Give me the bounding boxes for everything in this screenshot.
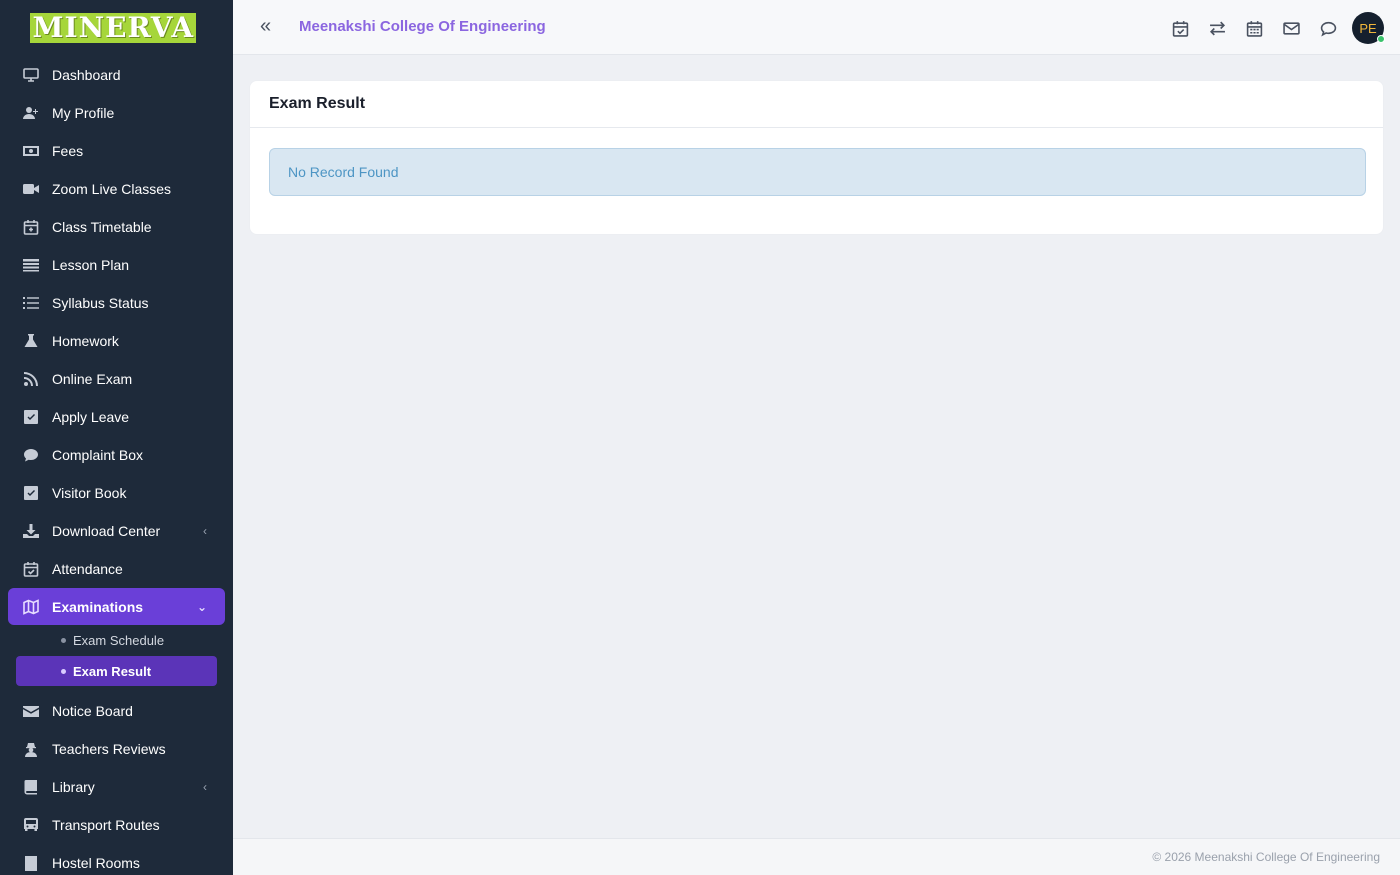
sidebar-item-library[interactable]: Library ‹	[0, 768, 233, 806]
sidebar-item-hostel-rooms[interactable]: Hostel Rooms	[0, 844, 233, 875]
bullet-icon	[61, 637, 66, 643]
sidebar-subitem-label: Exam Schedule	[73, 632, 165, 648]
sidebar-item-label: Attendance	[52, 561, 123, 577]
sidebar-item-complaint-box[interactable]: Complaint Box	[0, 436, 233, 474]
sidebar-item-apply-leave[interactable]: Apply Leave	[0, 398, 233, 436]
sidebar: MINERVA Dashboard My Profile Fees Zoom L…	[0, 0, 233, 875]
sidebar-item-homework[interactable]: Homework	[0, 322, 233, 360]
calendar-icon[interactable]	[1236, 13, 1273, 43]
sidebar-item-label: Lesson Plan	[52, 257, 130, 273]
exchange-icon[interactable]	[1199, 13, 1236, 43]
sidebar-item-download-center[interactable]: Download Center ‹	[0, 512, 233, 550]
bus-icon	[22, 816, 40, 834]
envelope-icon[interactable]	[1273, 13, 1310, 43]
card-title: Exam Result	[250, 81, 1383, 128]
calendar-check-icon	[22, 560, 40, 578]
chevron-left-icon: ‹	[203, 524, 207, 538]
chevron-left-icon: ‹	[203, 780, 207, 794]
sidebar-item-label: Complaint Box	[52, 447, 144, 463]
sidebar-item-label: Apply Leave	[52, 409, 130, 425]
check-square-icon	[22, 408, 40, 426]
sidebar-item-transport-routes[interactable]: Transport Routes	[0, 806, 233, 844]
sidebar-item-label: Homework	[52, 333, 119, 349]
sidebar-item-label: Transport Routes	[52, 817, 160, 833]
sidebar-item-label: Dashboard	[52, 67, 121, 83]
sidebar-item-label: Download Center	[52, 523, 161, 539]
monitor-icon	[22, 66, 40, 84]
copyright-text: © 2026 Meenakshi College Of Engineering	[1152, 850, 1380, 864]
calendar-plus-icon	[22, 218, 40, 236]
sidebar-item-dashboard[interactable]: Dashboard	[0, 56, 233, 94]
sidebar-subitem-exam-result[interactable]: Exam Result	[16, 656, 217, 686]
examinations-submenu: Exam Schedule Exam Result	[0, 625, 233, 686]
sidebar-item-lesson-plan[interactable]: Lesson Plan	[0, 246, 233, 284]
sidebar-subitem-label: Exam Result	[73, 663, 152, 679]
chevron-down-icon: ⌄	[196, 599, 207, 614]
video-icon	[22, 180, 40, 198]
sidebar-item-label: My Profile	[52, 105, 115, 121]
page-footer: © 2026 Meenakshi College Of Engineering	[233, 838, 1400, 875]
sidebar-item-class-timetable[interactable]: Class Timetable	[0, 208, 233, 246]
sidebar-item-label: Examinations	[52, 598, 144, 615]
logo-container: MINERVA	[0, 0, 233, 56]
check-square-icon	[22, 484, 40, 502]
header-actions: PE	[1162, 12, 1400, 44]
app-logo[interactable]: MINERVA	[29, 13, 196, 43]
exam-result-card: Exam Result No Record Found	[249, 80, 1384, 235]
sidebar-item-visitor-book[interactable]: Visitor Book	[0, 474, 233, 512]
sidebar-item-notice-board[interactable]: Notice Board	[0, 692, 233, 730]
sidebar-item-fees[interactable]: Fees	[0, 132, 233, 170]
user-avatar[interactable]: PE	[1352, 12, 1385, 44]
sidebar-item-teachers-reviews[interactable]: Teachers Reviews	[0, 730, 233, 768]
avatar-initials: PE	[1359, 20, 1377, 36]
building-icon	[22, 854, 40, 872]
sidebar-item-label: Online Exam	[52, 371, 133, 387]
sidebar-item-label: Zoom Live Classes	[52, 181, 172, 197]
sidebar-item-zoom-live-classes[interactable]: Zoom Live Classes	[0, 170, 233, 208]
user-plus-icon	[22, 104, 40, 122]
college-name: Meenakshi College Of Engineering	[299, 18, 546, 35]
sidebar-item-label: Hostel Rooms	[52, 855, 140, 871]
online-status-indicator	[1377, 35, 1385, 43]
sidebar-item-label: Visitor Book	[52, 485, 127, 501]
sidebar-item-label: Syllabus Status	[52, 295, 149, 311]
sidebar-item-label: Library	[52, 779, 95, 795]
book-icon	[22, 778, 40, 796]
sidebar-item-label: Teachers Reviews	[52, 741, 166, 757]
bullet-icon	[61, 668, 66, 674]
user-secret-icon	[22, 740, 40, 758]
list-icon	[22, 294, 40, 312]
download-icon	[22, 522, 40, 540]
sidebar-item-examinations[interactable]: Examinations ⌄	[8, 588, 225, 625]
map-icon	[22, 598, 40, 616]
sidebar-subitem-exam-schedule[interactable]: Exam Schedule	[0, 625, 233, 655]
sidebar-item-attendance[interactable]: Attendance	[0, 550, 233, 588]
sidebar-item-syllabus-status[interactable]: Syllabus Status	[0, 284, 233, 322]
sidebar-collapse-icon[interactable]: «	[260, 16, 280, 37]
sidebar-item-label: Class Timetable	[52, 219, 152, 235]
list-alt-icon	[22, 256, 40, 274]
calendar-check-icon[interactable]	[1162, 13, 1199, 43]
no-record-alert: No Record Found	[269, 148, 1366, 196]
sidebar-item-my-profile[interactable]: My Profile	[0, 94, 233, 132]
sidebar-item-label: Notice Board	[52, 703, 133, 719]
comment-icon[interactable]	[1310, 13, 1347, 43]
rss-icon	[22, 370, 40, 388]
sidebar-nav: Dashboard My Profile Fees Zoom Live Clas…	[0, 56, 233, 875]
envelope-icon	[22, 702, 40, 720]
comment-icon	[22, 446, 40, 464]
money-icon	[22, 142, 40, 160]
sidebar-item-label: Fees	[52, 143, 84, 159]
top-header: « Meenakshi College Of Engineering PE	[233, 0, 1400, 55]
flask-icon	[22, 332, 40, 350]
sidebar-item-online-exam[interactable]: Online Exam	[0, 360, 233, 398]
